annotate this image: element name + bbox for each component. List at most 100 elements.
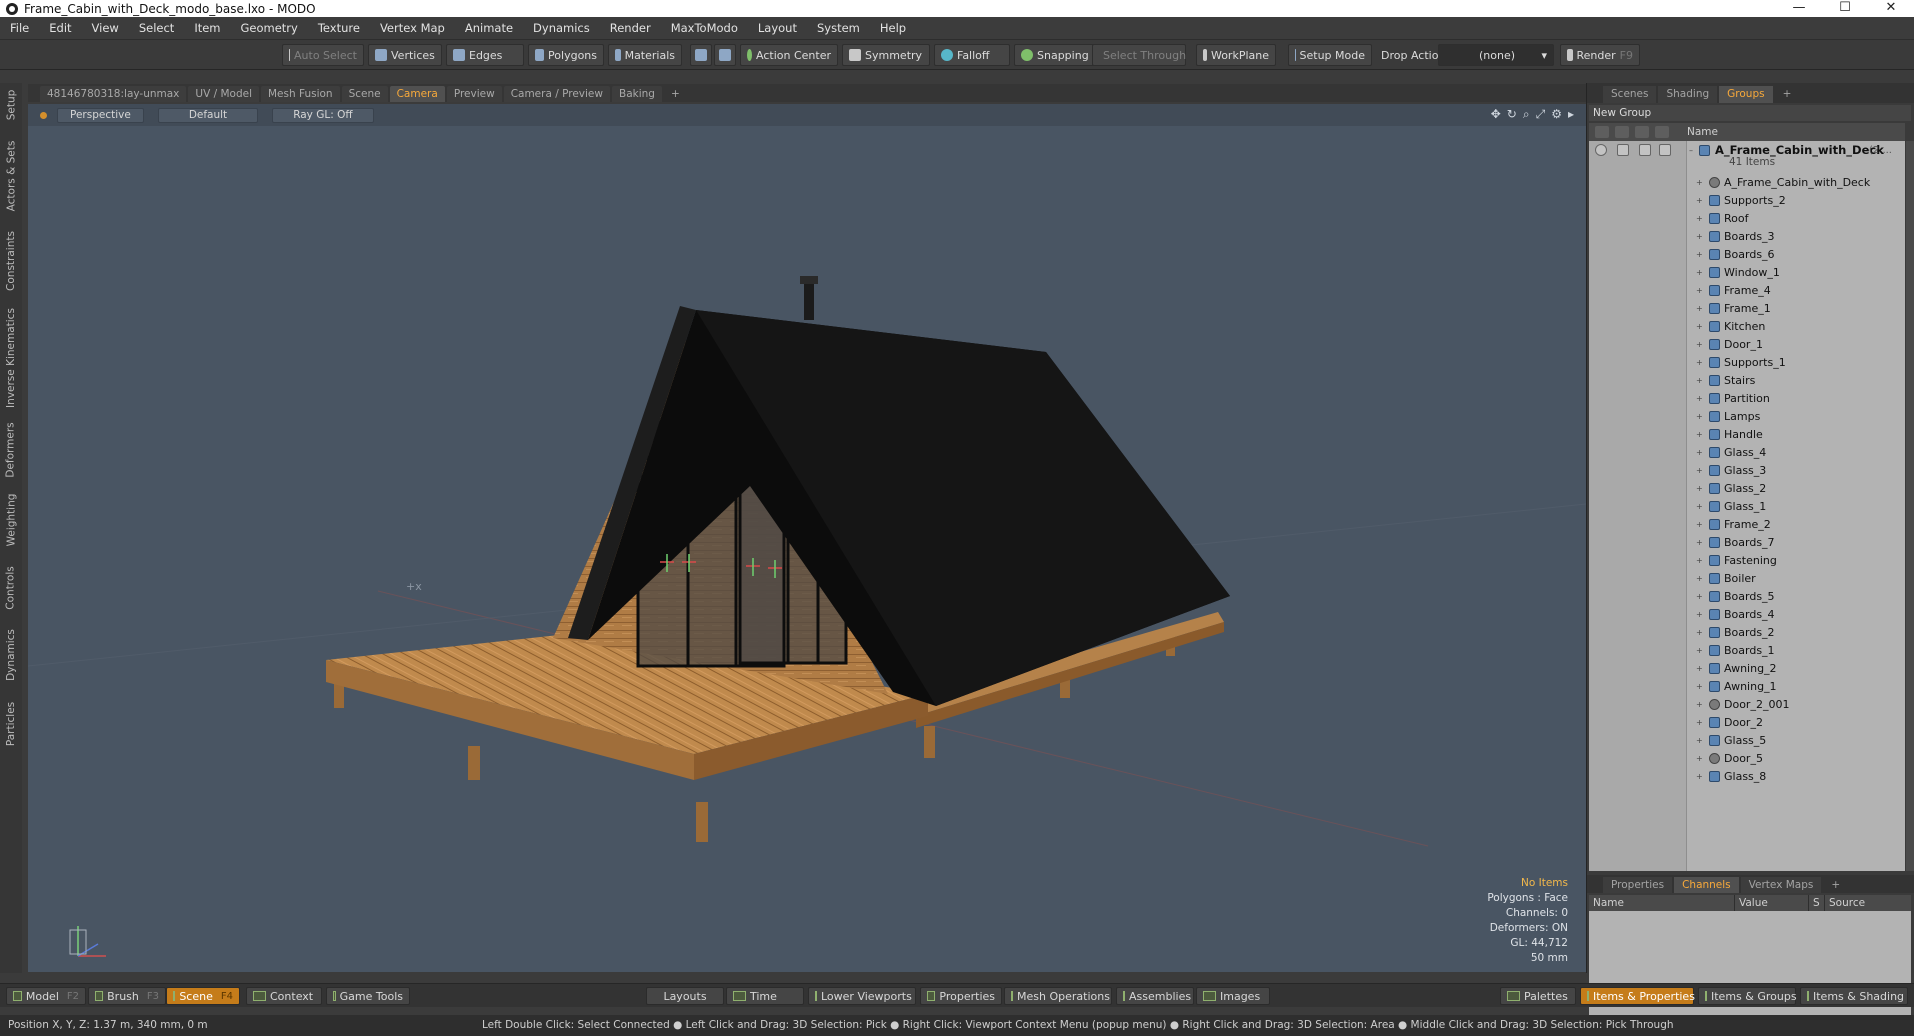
expand-icon[interactable]: + xyxy=(1696,178,1703,187)
zoom-icon[interactable]: ⌕ xyxy=(1523,107,1530,122)
menu-file[interactable]: File xyxy=(0,21,39,35)
expand-icon[interactable]: + xyxy=(1696,430,1703,439)
expand-icon[interactable]: + xyxy=(1696,754,1703,763)
group-list-item[interactable]: + Door_5 xyxy=(1589,749,1905,767)
shading-mode-button[interactable]: Default xyxy=(157,107,259,123)
group-list-item[interactable]: + Door_2_001 xyxy=(1589,695,1905,713)
menu-view[interactable]: View xyxy=(82,21,129,35)
tab-camera-preview[interactable]: Camera / Preview xyxy=(503,86,610,102)
groups-scrollbar[interactable] xyxy=(1906,141,1914,871)
tab-mesh-fusion[interactable]: Mesh Fusion xyxy=(261,86,340,102)
items-properties-button[interactable]: Items & Properties xyxy=(1580,987,1695,1005)
visibility-col-icon[interactable] xyxy=(1595,126,1609,138)
group-list-item[interactable]: + Supports_2 xyxy=(1589,191,1905,209)
symmetry-button[interactable]: Symmetry xyxy=(842,44,930,66)
lock-col-icon[interactable] xyxy=(1635,126,1649,138)
group-list-item[interactable]: + Glass_5 xyxy=(1589,731,1905,749)
group-list-item[interactable]: + Frame_1 xyxy=(1589,299,1905,317)
vtab-constraints[interactable]: Constraints xyxy=(1,225,21,297)
viewport-gear-icon[interactable]: ⚙ xyxy=(1551,107,1562,122)
vertices-button[interactable]: Vertices xyxy=(368,44,442,66)
expand-icon[interactable]: + xyxy=(1696,232,1703,241)
expand-icon[interactable]: + xyxy=(1696,610,1703,619)
game-tools-button[interactable]: Game Tools xyxy=(326,987,410,1005)
menu-animate[interactable]: Animate xyxy=(455,21,523,35)
expand-icon[interactable]: + xyxy=(1696,250,1703,259)
group-list-item[interactable]: + Glass_3 xyxy=(1589,461,1905,479)
expand-icon[interactable]: + xyxy=(1696,736,1703,745)
channel-name-col[interactable]: Name xyxy=(1589,895,1735,911)
group-list-item[interactable]: + A_Frame_Cabin_with_Deck xyxy=(1589,173,1905,191)
expand-icon[interactable]: + xyxy=(1696,772,1703,781)
expand-icon[interactable]: + xyxy=(1696,538,1703,547)
menu-geometry[interactable]: Geometry xyxy=(231,21,308,35)
snapping-button[interactable]: Snapping xyxy=(1014,44,1096,66)
menu-layout[interactable]: Layout xyxy=(748,21,807,35)
group-list-item[interactable]: + Frame_4 xyxy=(1589,281,1905,299)
vtab-controls[interactable]: Controls xyxy=(1,559,21,617)
expand-icon[interactable]: + xyxy=(1696,466,1703,475)
group-list-item[interactable]: + Partition xyxy=(1589,389,1905,407)
expand-icon[interactable]: + xyxy=(1696,700,1703,709)
polygons-button[interactable]: Polygons xyxy=(528,44,604,66)
expand-icon[interactable]: + xyxy=(1696,484,1703,493)
expand-icon[interactable]: + xyxy=(1696,592,1703,601)
menu-texture[interactable]: Texture xyxy=(308,21,370,35)
expand-icon[interactable]: + xyxy=(1696,286,1703,295)
group-list-item[interactable]: + Door_2 xyxy=(1589,713,1905,731)
auto-select-button[interactable]: Auto Select xyxy=(282,44,364,66)
falloff-button[interactable]: Falloff xyxy=(934,44,1010,66)
group-list-item[interactable]: + Window_1 xyxy=(1589,263,1905,281)
tab-groups[interactable]: Groups xyxy=(1719,86,1773,103)
items-groups-button[interactable]: Items & Groups xyxy=(1698,987,1797,1005)
render-button[interactable]: Render F9 xyxy=(1560,44,1640,66)
images-button[interactable]: Images xyxy=(1196,987,1270,1005)
expand-icon[interactable]: + xyxy=(1696,358,1703,367)
expand-icon[interactable]: + xyxy=(1696,556,1703,565)
group-list-item[interactable]: + Awning_2 xyxy=(1589,659,1905,677)
edges-button[interactable]: Edges xyxy=(446,44,524,66)
brush-layout-button[interactable]: Brush F3 xyxy=(88,987,166,1005)
add-panel-tab-button[interactable]: + xyxy=(1775,86,1800,103)
menu-maxtomodo[interactable]: MaxToModo xyxy=(661,21,748,35)
rotate-icon[interactable]: ↻ xyxy=(1507,107,1517,122)
group-list-item[interactable]: + Awning_1 xyxy=(1589,677,1905,695)
lower-viewports-button[interactable]: Lower Viewports xyxy=(808,987,916,1005)
render-col-icon[interactable] xyxy=(1615,126,1629,138)
channel-value-col[interactable]: Value xyxy=(1735,895,1809,911)
expand-icon[interactable]: + xyxy=(1696,646,1703,655)
menu-dynamics[interactable]: Dynamics xyxy=(523,21,600,35)
menu-edit[interactable]: Edit xyxy=(39,21,81,35)
group-list-item[interactable]: + Fastening xyxy=(1589,551,1905,569)
group-list-item[interactable]: + Glass_8 xyxy=(1589,767,1905,785)
items-shading-button[interactable]: Items & Shading xyxy=(1800,987,1908,1005)
name-column-header[interactable]: Name xyxy=(1687,126,1718,138)
layouts-button[interactable]: Layouts xyxy=(646,987,724,1005)
group-list-item[interactable]: + Glass_2 xyxy=(1589,479,1905,497)
group-list-item[interactable]: + Lamps xyxy=(1589,407,1905,425)
assemblies-button[interactable]: Assemblies xyxy=(1116,987,1194,1005)
add-tab-button[interactable]: + xyxy=(664,86,687,102)
pan-icon[interactable]: ✥ xyxy=(1491,107,1501,122)
group-list-item[interactable]: + Stairs xyxy=(1589,371,1905,389)
viewport-options-icon[interactable] xyxy=(40,111,47,119)
tab-shading[interactable]: Shading xyxy=(1658,86,1718,103)
expand-icon[interactable]: + xyxy=(1696,574,1703,583)
menu-vertex-map[interactable]: Vertex Map xyxy=(370,21,455,35)
group-list-item[interactable]: + Boards_3 xyxy=(1589,227,1905,245)
time-button[interactable]: Time xyxy=(726,987,804,1005)
tab-baking[interactable]: Baking xyxy=(611,86,662,102)
vtab-dynamics[interactable]: Dynamics xyxy=(1,623,21,687)
context-layout-button[interactable]: Context xyxy=(246,987,322,1005)
channel-s-col[interactable]: S xyxy=(1809,895,1825,911)
tab-properties[interactable]: Properties xyxy=(1603,877,1673,893)
minimize-button[interactable]: — xyxy=(1776,0,1822,17)
group-list-item[interactable]: + Kitchen xyxy=(1589,317,1905,335)
expand-icon[interactable]: + xyxy=(1696,718,1703,727)
group-list-item[interactable]: + Roof xyxy=(1589,209,1905,227)
view-type-button[interactable]: Perspective xyxy=(57,107,144,123)
3d-viewport[interactable]: +x No Items Polygons : Face Channels: 0 … xyxy=(28,126,1586,972)
maximize-button[interactable]: ☐ xyxy=(1822,0,1868,17)
action-center-button[interactable]: Action Center xyxy=(740,44,838,66)
tab-scenes[interactable]: Scenes xyxy=(1603,86,1657,103)
